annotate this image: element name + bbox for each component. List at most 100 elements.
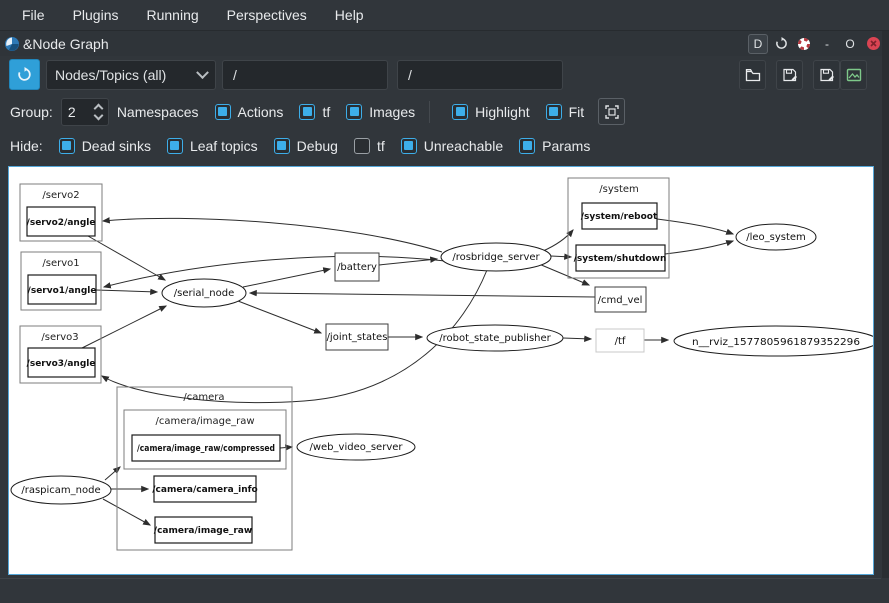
menu-help[interactable]: Help	[323, 3, 376, 27]
node-graph-canvas[interactable]: /servo2 /servo1 /servo3 /system /camera …	[9, 167, 873, 574]
hide-tf-checkbox-label: tf	[377, 138, 385, 154]
reload-plugin-button[interactable]	[771, 34, 791, 54]
panel-bottom-frame	[0, 578, 881, 579]
topic-compressed-label: /camera/image_raw/compressed	[137, 444, 275, 454]
topic-image-raw-label: /camera/image_raw	[154, 526, 252, 536]
fit-in-view-button[interactable]	[598, 98, 625, 125]
params-checkbox-box[interactable]	[519, 138, 535, 154]
spinner-arrows-icon[interactable]	[95, 105, 102, 119]
save-svg-icon	[819, 67, 835, 83]
save-image-icon	[846, 67, 862, 83]
refresh-graph-button[interactable]	[9, 59, 40, 90]
minimize-button[interactable]: -	[817, 34, 837, 54]
dead-sinks-checkbox-box[interactable]	[59, 138, 75, 154]
highlight-checkbox-box[interactable]	[452, 104, 468, 120]
menu-running[interactable]: Running	[134, 3, 210, 27]
checkbox-hide-tf[interactable]: tf	[354, 138, 385, 154]
edge-reboot-to-leo	[657, 219, 733, 234]
topic-battery-label: /battery	[337, 262, 377, 273]
node-graph-panel: /servo2 /servo1 /servo3 /system /camera …	[8, 166, 874, 575]
edge-serial-to-battery	[243, 269, 330, 287]
node-leo-system-label: /leo_system	[746, 232, 806, 243]
right-scrollbar-track[interactable]	[882, 31, 889, 578]
load-dot-button[interactable]	[739, 60, 766, 90]
group-tf-checkbox-box[interactable]	[299, 104, 315, 120]
dock-button[interactable]: D	[748, 34, 768, 54]
hide-options-row: Hide: Dead sinks Leaf topics Debug tf Un…	[0, 129, 889, 162]
chevron-down-icon	[196, 66, 209, 79]
checkbox-group-tf[interactable]: tf	[299, 104, 330, 120]
menu-perspectives[interactable]: Perspectives	[215, 3, 319, 27]
filter-topic-input[interactable]	[397, 60, 563, 90]
hide-tf-checkbox-box[interactable]	[354, 138, 370, 154]
dead-sinks-checkbox-label: Dead sinks	[82, 138, 151, 154]
help-button[interactable]	[794, 34, 814, 54]
topic-system-reboot-label: /system/reboot	[581, 212, 658, 222]
open-folder-icon	[745, 67, 761, 83]
edge-rsp-to-tf	[563, 338, 591, 339]
actions-checkbox-box[interactable]	[215, 104, 231, 120]
help-lifering-icon	[797, 37, 811, 51]
images-checkbox-box[interactable]	[346, 104, 362, 120]
group-depth-spinner[interactable]: 2	[61, 98, 109, 126]
menu-file[interactable]: File	[10, 3, 57, 27]
plugin-title: &Node Graph	[23, 36, 109, 52]
checkbox-params[interactable]: Params	[519, 138, 590, 154]
node-robot-state-publisher-label: /robot_state_publisher	[439, 333, 551, 344]
save-image-button[interactable]	[840, 60, 867, 90]
close-plugin-button[interactable]	[863, 34, 883, 54]
edge-serial-to-joint-states	[238, 301, 321, 333]
group-label: Group:	[10, 104, 53, 120]
edge-servo2-angle-to-serial	[88, 236, 165, 280]
checkbox-fit[interactable]: Fit	[546, 104, 585, 120]
debug-checkbox-label: Debug	[297, 138, 338, 154]
unreachable-checkbox-box[interactable]	[401, 138, 417, 154]
cluster-system-label: /system	[599, 184, 639, 195]
cluster-servo3-label: /servo3	[41, 332, 78, 343]
leaf-topics-checkbox-label: Leaf topics	[190, 138, 258, 154]
group-options-row: Group: 2 Namespaces Actions tf Images Hi…	[0, 95, 889, 128]
cluster-camera-image-raw-label: /camera/image_raw	[155, 416, 254, 427]
leaf-topics-checkbox-box[interactable]	[167, 138, 183, 154]
cluster-camera-label: /camera	[183, 392, 224, 403]
debug-checkbox-box[interactable]	[274, 138, 290, 154]
unreachable-checkbox-label: Unreachable	[424, 138, 503, 154]
reload-icon	[775, 37, 788, 50]
fit-in-view-icon	[605, 105, 619, 119]
topic-tf-label: /tf	[615, 336, 626, 347]
edge-rosbridge-to-servo1-angle	[104, 256, 445, 287]
fit-checkbox-label: Fit	[569, 104, 585, 120]
topic-joint-states-label: /joint_states	[327, 332, 388, 343]
edge-servo1-angle-to-serial	[96, 290, 157, 292]
refresh-icon	[17, 67, 32, 82]
graph-type-combo[interactable]: Nodes/Topics (all)	[46, 60, 216, 90]
checkbox-debug[interactable]: Debug	[274, 138, 338, 154]
save-svg-button[interactable]	[813, 60, 840, 90]
checkbox-leaf-topics[interactable]: Leaf topics	[167, 138, 258, 154]
edge-raspicam-to-imageraw	[103, 499, 150, 525]
checkbox-dead-sinks[interactable]: Dead sinks	[59, 138, 151, 154]
params-checkbox-label: Params	[542, 138, 590, 154]
node-serial-node-label: /serial_node	[174, 288, 234, 299]
topic-servo2-angle-label: /servo2/angle	[27, 218, 96, 228]
group-tf-checkbox-label: tf	[322, 104, 330, 120]
float-button[interactable]: O	[840, 34, 860, 54]
fit-checkbox-box[interactable]	[546, 104, 562, 120]
checkbox-images[interactable]: Images	[346, 104, 415, 120]
group-depth-value: 2	[68, 104, 95, 120]
edge-shutdown-to-leo	[665, 241, 733, 254]
hide-label: Hide:	[10, 138, 43, 154]
checkbox-unreachable[interactable]: Unreachable	[401, 138, 503, 154]
save-dot-button[interactable]	[776, 60, 803, 90]
close-icon	[866, 36, 881, 51]
filter-ns-input[interactable]	[222, 60, 388, 90]
plugin-title-bar: &Node Graph D - O	[0, 30, 889, 56]
rqt-app-icon	[4, 36, 20, 52]
edge-raspicam-to-imageraw-cluster	[105, 467, 120, 480]
menu-plugins[interactable]: Plugins	[61, 3, 131, 27]
graph-toolbar: Nodes/Topics (all)	[0, 57, 889, 95]
edge-rosbridge-to-servo2-angle	[103, 218, 442, 252]
topic-camera-info-label: /camera/camera_info	[152, 485, 257, 495]
checkbox-highlight[interactable]: Highlight	[452, 104, 529, 120]
checkbox-actions[interactable]: Actions	[215, 104, 284, 120]
